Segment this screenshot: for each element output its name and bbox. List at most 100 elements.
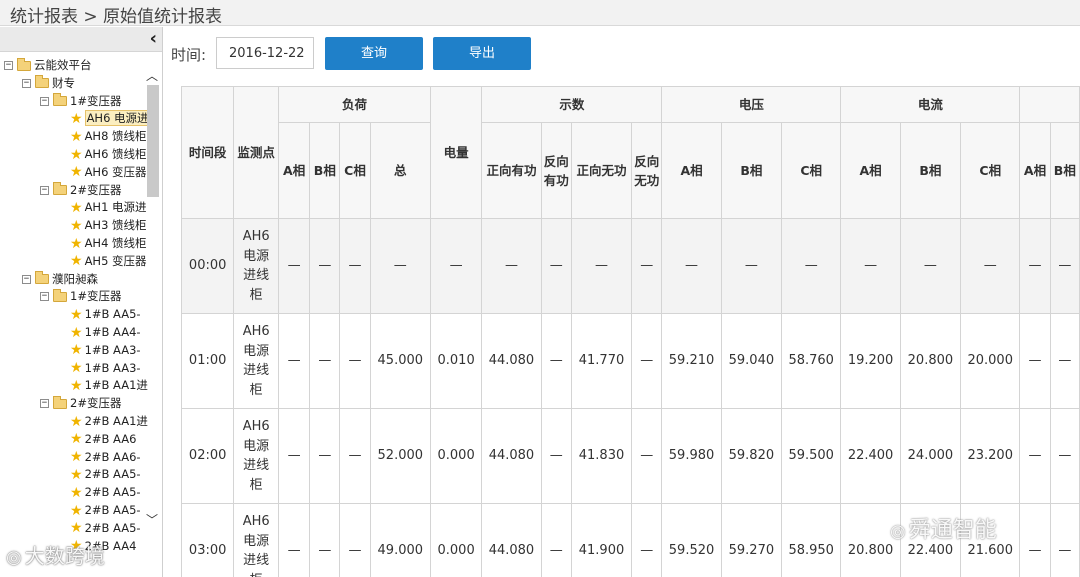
scroll-down-icon[interactable]: ﹀ [146, 511, 158, 528]
tree-leaf[interactable]: ★ 2#B AA5- [70, 519, 141, 537]
tree-item-label: 1#B AA4- [84, 325, 141, 339]
tree-leaf[interactable]: ★ AH1 电源进 [70, 198, 147, 216]
tree-leaf[interactable]: ★ AH5 变压器 [70, 252, 147, 270]
tree-folder[interactable]: − 财专 [22, 74, 75, 92]
tree-folder[interactable]: − 1#变压器 [40, 287, 121, 305]
collapse-toggle-icon[interactable]: − [40, 399, 49, 409]
star-icon: ★ [70, 306, 83, 323]
star-icon: ★ [70, 431, 83, 448]
star-icon: ★ [70, 128, 83, 145]
star-icon: ★ [70, 413, 83, 430]
watermark-right-text: 舜通智能 [908, 518, 997, 543]
tree-folder[interactable]: − 2#变压器 [40, 181, 121, 199]
watermark-brand: ◎ 舜通智能 [890, 512, 997, 544]
tree-folder[interactable]: − 2#变压器 [40, 394, 121, 412]
table-cell: — [1049, 313, 1080, 409]
tree-item-label: 2#变压器 [70, 182, 122, 197]
table-cell: — [840, 218, 901, 314]
tree-folder[interactable]: − 云能效平台 [4, 56, 92, 74]
sidebar-collapse-bar[interactable]: ‹ [0, 27, 162, 52]
folder-icon [53, 288, 67, 302]
table-cell: 59.980 [661, 408, 722, 504]
filter-toolbar: 时间: 查询 导出 [164, 27, 1080, 81]
table-cell: — [540, 218, 572, 314]
star-icon: ★ [70, 164, 83, 181]
sidebar-scrollbar-thumb[interactable] [147, 85, 159, 197]
collapse-toggle-icon[interactable]: − [40, 185, 49, 195]
star-icon: ★ [70, 253, 83, 270]
title-bar: 统计报表 > 原始值统计报表 [0, 0, 1080, 27]
col-header-voltage-b: B相 [720, 122, 783, 219]
star-icon: ★ [70, 377, 83, 394]
tree-leaf[interactable]: ★ 2#B AA5- [70, 465, 141, 483]
collapse-toggle-icon[interactable]: − [22, 274, 31, 284]
tree-item-label: 2#B AA1进 [84, 414, 148, 428]
table-cell: — [339, 313, 371, 409]
tree-leaf[interactable]: ★ 1#B AA4- [70, 323, 141, 341]
table-cell: 20.800 [899, 313, 962, 409]
query-button[interactable]: 查询 [325, 37, 423, 70]
cell-point: AH6电源进线柜 [233, 408, 280, 504]
table-row: 02:00 AH6电源进线柜 — — —52.000 0.000 44.080—41.830… [180, 408, 1080, 504]
table-cell: — [278, 408, 311, 504]
col-header-fwd-active: 正向有功 [481, 122, 542, 219]
star-icon: ★ [70, 466, 83, 483]
table-cell: — [661, 218, 722, 314]
tree-leaf[interactable]: ★ AH8 馈线柜 [70, 127, 147, 145]
tree-leaf[interactable]: ★ 2#B AA1进 [70, 412, 148, 430]
group-header-extra [1019, 86, 1080, 123]
tree-folder[interactable]: − 濮阳昶森 [22, 270, 98, 288]
chevron-left-icon[interactable]: ‹ [150, 28, 157, 50]
star-icon: ★ [70, 360, 83, 377]
tree-leaf[interactable]: ★ AH3 馈线柜 [70, 216, 147, 234]
folder-icon [17, 57, 31, 71]
tree-leaf[interactable]: ★ 1#B AA3- [70, 341, 141, 359]
col-header-load-b: B相 [309, 122, 341, 219]
table-cell: 49.000 [369, 503, 431, 577]
table-cell: — [720, 218, 783, 314]
collapse-toggle-icon[interactable]: − [22, 78, 31, 88]
report-table: 时间段 监测点 负荷 电量 示数 电压 电流 A相 B相 C相 总 正向有功 反… [180, 86, 1080, 577]
tree-leaf[interactable]: ★ AH6 馈线柜 [70, 145, 147, 163]
tree-leaf[interactable]: ★ 2#B AA6 [70, 430, 136, 448]
collapse-toggle-icon[interactable]: − [40, 96, 49, 106]
table-cell: — [481, 218, 542, 314]
col-header-voltage-c: C相 [781, 122, 842, 219]
tree-item-label: AH4 馈线柜 [84, 236, 147, 250]
table-cell: — [278, 313, 311, 409]
col-header-load-a: A相 [278, 122, 311, 219]
tree-item-label: 1#变压器 [70, 289, 122, 304]
tree-leaf[interactable]: ★ 2#B AA6- [70, 448, 141, 466]
tree-leaf[interactable]: ★ AH4 馈线柜 [70, 234, 147, 252]
table-cell: 24.000 [899, 408, 962, 504]
table-cell: — [429, 218, 483, 314]
export-button[interactable]: 导出 [433, 37, 531, 70]
tree-leaf[interactable]: ★ 1#B AA3- [70, 359, 141, 377]
collapse-toggle-icon[interactable]: − [40, 292, 49, 302]
tree-leaf[interactable]: ★ 2#B AA5- [70, 501, 141, 519]
tree-folder[interactable]: − 1#变压器 [40, 92, 121, 110]
table-cell: 22.400 [840, 408, 901, 504]
tree-item-label: 1#变压器 [70, 93, 122, 108]
table-cell: 0.000 [429, 408, 483, 504]
tree-leaf[interactable]: ★ 1#B AA1进 [70, 376, 148, 394]
col-header-load-total: 总 [369, 122, 431, 219]
table-cell: — [278, 503, 311, 577]
tree-leaf[interactable]: ★ 2#B AA5- [70, 483, 141, 501]
tree-item-label: AH6 变压器 [84, 164, 147, 179]
col-header-load-c: C相 [339, 122, 371, 219]
scroll-up-icon[interactable]: ︿ [146, 67, 158, 84]
group-header-load: 负荷 [278, 86, 431, 123]
col-header-energy: 电量 [429, 86, 483, 219]
collapse-toggle-icon[interactable]: − [4, 61, 13, 70]
date-input[interactable] [216, 37, 314, 69]
tree-leaf[interactable]: ★ 1#B AA5- [70, 305, 141, 323]
table-cell: — [899, 218, 962, 314]
table-cell: 59.820 [720, 408, 783, 504]
table-cell: — [960, 218, 1021, 314]
table-cell: — [781, 218, 842, 314]
table-cell: 44.080 [481, 503, 542, 577]
tree-leaf[interactable]: ★ AH6 变压器 [70, 163, 147, 181]
tree-leaf[interactable]: ★ AH6 电源进 [70, 109, 151, 127]
cell-time: 00:00 [180, 218, 235, 314]
